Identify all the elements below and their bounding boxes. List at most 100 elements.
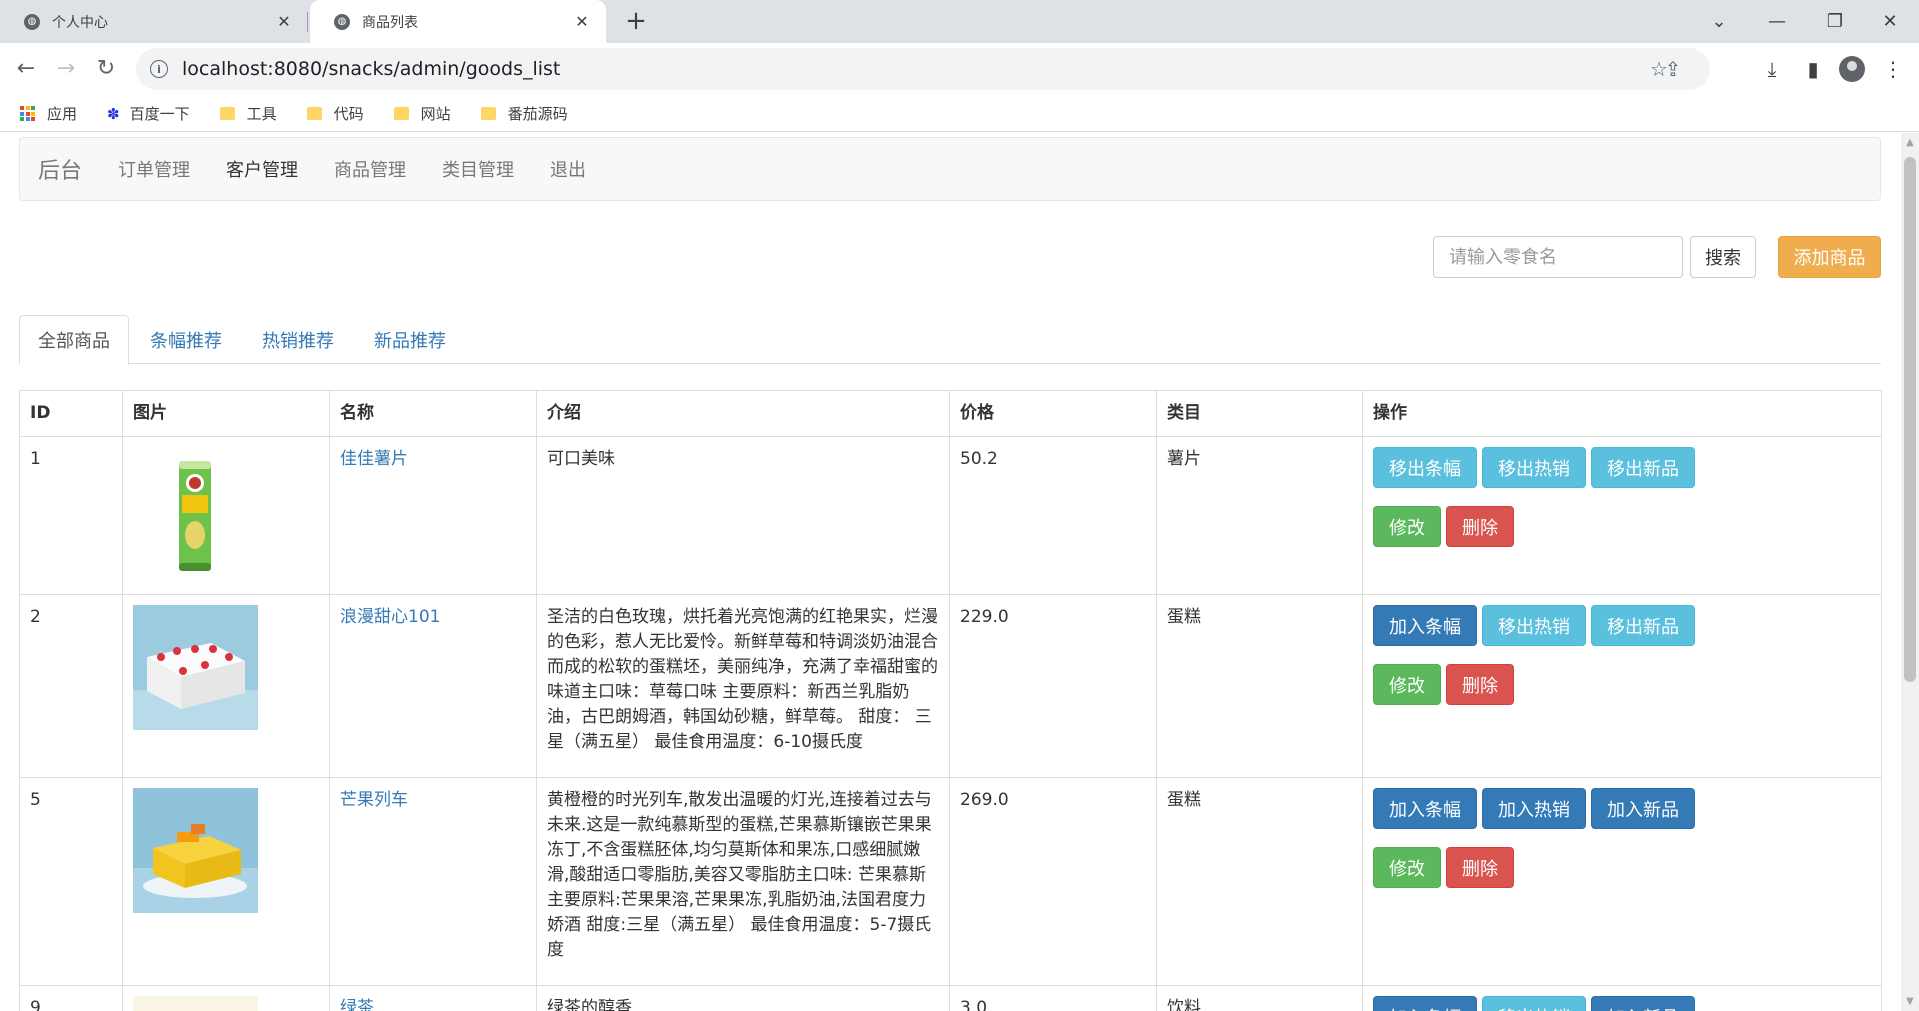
- remove-banner-button[interactable]: 移出条幅: [1373, 447, 1477, 488]
- reload-icon[interactable]: ↻: [90, 53, 122, 85]
- remove-new-button[interactable]: 移出新品: [1591, 605, 1695, 646]
- goods-name-link[interactable]: 芒果列车: [340, 790, 408, 810]
- close-window-icon[interactable]: ✕: [1861, 0, 1919, 43]
- strawberry-cake-image: [133, 605, 258, 730]
- tab-banner-recommend[interactable]: 条幅推荐: [131, 315, 241, 365]
- add-banner-button[interactable]: 加入条幅: [1373, 788, 1477, 829]
- cell-actions: 加入条幅 移出热销 加入新品: [1362, 985, 1882, 1011]
- scroll-down-icon[interactable]: ▼: [1901, 996, 1919, 1007]
- delete-button[interactable]: 删除: [1446, 847, 1514, 888]
- add-goods-button[interactable]: 添加商品: [1778, 236, 1881, 278]
- nav-goods[interactable]: 商品管理: [334, 156, 406, 182]
- edit-button[interactable]: 修改: [1373, 847, 1441, 888]
- navbar-brand[interactable]: 后台: [38, 153, 82, 185]
- green-tea-image: [133, 996, 258, 1011]
- cell-intro: 圣洁的白色玫瑰，烘托着光亮饱满的红艳果实，烂漫的色彩，惹人无比爱怜。新鲜草莓和特…: [536, 594, 950, 778]
- bookmark-folder-sites[interactable]: 网站: [393, 103, 451, 124]
- back-icon[interactable]: ←: [10, 53, 42, 85]
- add-banner-button[interactable]: 加入条幅: [1373, 605, 1477, 646]
- nav-logout[interactable]: 退出: [550, 156, 586, 182]
- nav-orders[interactable]: 订单管理: [118, 156, 190, 182]
- tab-all-goods[interactable]: 全部商品: [19, 315, 129, 365]
- goods-filter-tabs: 全部商品 条幅推荐 热销推荐 新品推荐: [19, 315, 1881, 365]
- nav-customers[interactable]: 客户管理: [226, 156, 298, 182]
- tab-new-recommend[interactable]: 新品推荐: [355, 315, 465, 365]
- bookmark-baidu[interactable]: ✽ 百度一下: [107, 103, 190, 124]
- cell-category: 薯片: [1156, 436, 1363, 595]
- bookmark-folder-source[interactable]: 番茄源码: [480, 103, 568, 124]
- cell-price: 269.0: [949, 777, 1157, 986]
- baidu-paw-icon: ✽: [107, 104, 120, 123]
- remove-hot-button[interactable]: 移出热销: [1482, 605, 1586, 646]
- delete-button[interactable]: 删除: [1446, 506, 1514, 547]
- scrollbar-thumb[interactable]: [1904, 157, 1916, 682]
- address-bar[interactable]: i localhost:8080/snacks/admin/goods_list…: [136, 48, 1710, 90]
- admin-navbar: 后台 订单管理 客户管理 商品管理 类目管理 退出: [19, 137, 1881, 201]
- delete-button[interactable]: 删除: [1446, 664, 1514, 705]
- goods-name-link[interactable]: 佳佳薯片: [340, 449, 408, 469]
- cell-name: 浪漫甜心101: [329, 594, 537, 778]
- add-hot-button[interactable]: 加入热销: [1482, 788, 1586, 829]
- cell-image: [122, 436, 330, 595]
- cell-image: [122, 777, 330, 986]
- remove-hot-button[interactable]: 移出热销: [1482, 447, 1586, 488]
- edit-button[interactable]: 修改: [1373, 506, 1441, 547]
- page-scrollbar[interactable]: ▲ ▼: [1901, 133, 1919, 1011]
- page-viewport: 后台 订单管理 客户管理 商品管理 类目管理 退出 搜索 添加商品 全部商品 条…: [0, 133, 1901, 1011]
- close-tab-icon[interactable]: ✕: [274, 12, 294, 31]
- apps-grid-icon: [20, 106, 35, 121]
- cell-category: 蛋糕: [1156, 594, 1363, 778]
- download-icon[interactable]: ⤓: [1756, 53, 1788, 85]
- cell-intro: 黄橙橙的时光列车,散发出温暖的灯光,连接着过去与未来.这是一款纯慕斯型的蛋糕,芒…: [536, 777, 950, 986]
- table-row: 5 芒果列车 黄橙橙的时光列车,散发出温暖的灯光,连接着过去与未来.这是一款纯慕…: [19, 777, 1882, 986]
- bookmark-folder-tools[interactable]: 工具: [219, 103, 277, 124]
- cell-id: 5: [19, 777, 123, 986]
- remove-hot-button[interactable]: 移出热销: [1482, 996, 1586, 1011]
- nav-categories[interactable]: 类目管理: [442, 156, 514, 182]
- browser-tab-title: 个人中心: [52, 14, 108, 31]
- bookmark-label: 百度一下: [129, 105, 190, 123]
- add-new-button[interactable]: 加入新品: [1591, 788, 1695, 829]
- search-button[interactable]: 搜索: [1690, 236, 1756, 278]
- bookmarks-bar: 应用 ✽ 百度一下 工具 代码 网站 番茄源码: [0, 96, 1919, 132]
- address-url[interactable]: localhost:8080/snacks/admin/goods_list: [182, 58, 560, 80]
- restore-icon[interactable]: ❐: [1806, 0, 1864, 43]
- folder-icon: [219, 107, 235, 120]
- menu-icon[interactable]: ⋮: [1877, 53, 1909, 85]
- cell-price: 50.2: [949, 436, 1157, 595]
- bookmark-label: 番茄源码: [507, 105, 568, 123]
- mango-cake-image: [133, 788, 258, 913]
- cell-actions: 加入条幅 移出热销 移出新品 修改 删除: [1362, 594, 1882, 778]
- table-row: 1 佳佳薯片 可口美味 50.2 薯片 移出条幅 移出热销 移出新品 修改 删除: [19, 436, 1882, 595]
- col-header-price: 价格: [949, 390, 1157, 437]
- browser-tab-strip: ◍ 个人中心 ✕ ◍ 商品列表 ✕ + ⌄ — ❐ ✕: [0, 0, 1919, 43]
- site-info-icon[interactable]: i: [150, 60, 168, 78]
- cell-actions: 移出条幅 移出热销 移出新品 修改 删除: [1362, 436, 1882, 595]
- bookmark-folder-code[interactable]: 代码: [306, 103, 364, 124]
- bookmark-label: 应用: [47, 105, 78, 123]
- cell-image: [122, 594, 330, 778]
- close-tab-icon[interactable]: ✕: [572, 12, 592, 31]
- profile-avatar[interactable]: [1839, 56, 1865, 82]
- browser-tab-profile[interactable]: ◍ 个人中心 ✕: [0, 0, 308, 43]
- bookmark-apps[interactable]: 应用: [20, 103, 77, 124]
- side-panel-icon[interactable]: ▮: [1797, 53, 1829, 85]
- forward-icon[interactable]: →: [50, 53, 82, 85]
- goods-name-link[interactable]: 绿茶: [340, 998, 374, 1011]
- add-new-button[interactable]: 加入新品: [1591, 996, 1695, 1011]
- edit-button[interactable]: 修改: [1373, 664, 1441, 705]
- bookmark-star-icon[interactable]: ☆: [1646, 56, 1672, 82]
- tab-hot-recommend[interactable]: 热销推荐: [243, 315, 353, 365]
- goods-name-link[interactable]: 浪漫甜心101: [340, 607, 440, 627]
- folder-icon: [480, 107, 496, 120]
- browser-tab-goods-list[interactable]: ◍ 商品列表 ✕: [310, 0, 606, 43]
- add-banner-button[interactable]: 加入条幅: [1373, 996, 1477, 1011]
- remove-new-button[interactable]: 移出新品: [1591, 447, 1695, 488]
- cell-image: [122, 985, 330, 1011]
- minimize-icon[interactable]: —: [1748, 0, 1806, 43]
- snack-search-input[interactable]: [1433, 236, 1683, 278]
- tab-search-chevron-icon[interactable]: ⌄: [1690, 0, 1748, 43]
- new-tab-button[interactable]: +: [620, 6, 652, 38]
- browser-toolbar: ← → ↻ i localhost:8080/snacks/admin/good…: [0, 43, 1919, 96]
- scroll-up-icon[interactable]: ▲: [1901, 137, 1919, 148]
